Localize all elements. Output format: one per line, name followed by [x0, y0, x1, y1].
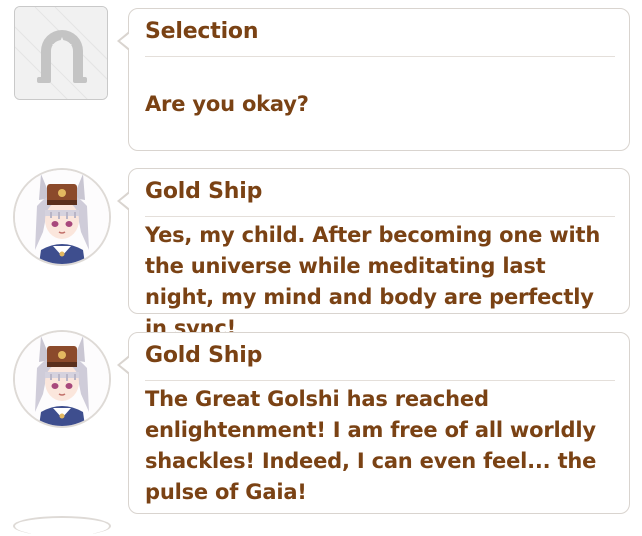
- gold-ship-avatar: [13, 168, 111, 266]
- speaker-name: Gold Ship: [145, 343, 263, 368]
- speaker-name: Selection: [145, 19, 259, 44]
- message-text: Yes, my child. After becoming one with t…: [145, 223, 601, 340]
- selection-horseshoe-icon: [14, 6, 108, 100]
- divider: [145, 216, 615, 217]
- divider: [145, 56, 615, 57]
- speaker-name: Gold Ship: [145, 179, 263, 204]
- message-bubble-gold-ship-2: Gold Ship The Great Golshi has reached e…: [117, 332, 630, 514]
- message-text: The Great Golshi has reached enlightenme…: [145, 387, 597, 504]
- gold-ship-avatar: [13, 330, 111, 428]
- message-bubble-gold-ship-1: Gold Ship Yes, my child. After becoming …: [117, 168, 630, 340]
- message-text: Are you okay?: [145, 92, 309, 116]
- message-bubble-selection: Selection Are you okay?: [117, 8, 630, 151]
- next-avatar-partial: [13, 516, 111, 536]
- divider: [145, 380, 615, 381]
